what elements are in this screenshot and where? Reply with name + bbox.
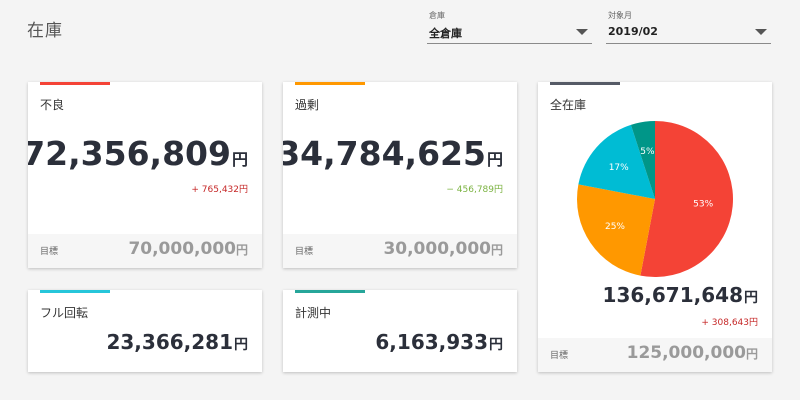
card-excess: 過剰 34,784,625円 − 456,789円 目標 30,000,000円 <box>283 82 517 268</box>
target-value: 125,000,000円 <box>626 343 758 363</box>
card-value: 23,366,281円 <box>106 330 248 354</box>
card-accent-bar <box>40 82 110 85</box>
card-total-inventory: 全在庫 53% 25% 17% 5% 136,671,648円 + 308,643円 … <box>538 82 772 372</box>
card-footer: 目標 125,000,000円 <box>538 338 772 372</box>
card-defect: 不良 72,356,809円 + 765,432円 目標 70,000,000円 <box>28 82 262 268</box>
warehouse-select[interactable]: 倉庫 全倉庫 <box>427 8 592 44</box>
card-accent-bar <box>295 82 365 85</box>
month-select[interactable]: 対象月 2019/02 <box>606 8 771 44</box>
card-value: 136,671,648円 <box>602 283 758 307</box>
inventory-pie-chart: 53% 25% 17% 5% <box>577 121 733 277</box>
card-title: 計測中 <box>295 306 332 320</box>
pie-slice-label: 53% <box>693 200 713 210</box>
target-label: 目標 <box>40 247 59 257</box>
card-footer: 目標 30,000,000円 <box>283 234 517 268</box>
pie-slice-label: 17% <box>609 163 629 173</box>
card-title: フル回転 <box>40 306 89 320</box>
card-value: 34,784,625円 <box>283 134 503 173</box>
card-delta: + 308,643円 <box>701 318 758 328</box>
warehouse-select-label: 倉庫 <box>429 11 445 20</box>
month-select-value: 2019/02 <box>608 25 658 38</box>
page-title: 在庫 <box>27 21 63 41</box>
card-delta: − 456,789円 <box>446 185 503 195</box>
target-label: 目標 <box>550 351 569 361</box>
pie-slice-label: 25% <box>605 222 625 232</box>
caret-down-icon <box>576 29 588 35</box>
card-title: 全在庫 <box>550 98 587 112</box>
caret-down-icon <box>755 29 767 35</box>
card-delta: + 765,432円 <box>191 185 248 195</box>
card-accent-bar <box>550 82 620 85</box>
card-value: 6,163,933円 <box>375 330 503 354</box>
target-label: 目標 <box>295 247 314 257</box>
card-accent-bar <box>40 290 110 293</box>
card-title: 過剰 <box>295 98 320 112</box>
card-accent-bar <box>295 290 365 293</box>
target-value: 70,000,000円 <box>128 239 248 259</box>
card-footer: 目標 70,000,000円 <box>28 234 262 268</box>
pie-slice-label: 5% <box>640 147 655 157</box>
card-measuring: 計測中 6,163,933円 <box>283 290 517 372</box>
warehouse-select-value: 全倉庫 <box>429 27 462 40</box>
card-full-rotation: フル回転 23,366,281円 <box>28 290 262 372</box>
card-title: 不良 <box>40 98 65 112</box>
month-select-label: 対象月 <box>608 11 632 20</box>
target-value: 30,000,000円 <box>383 239 503 259</box>
card-value: 72,356,809円 <box>28 134 248 173</box>
